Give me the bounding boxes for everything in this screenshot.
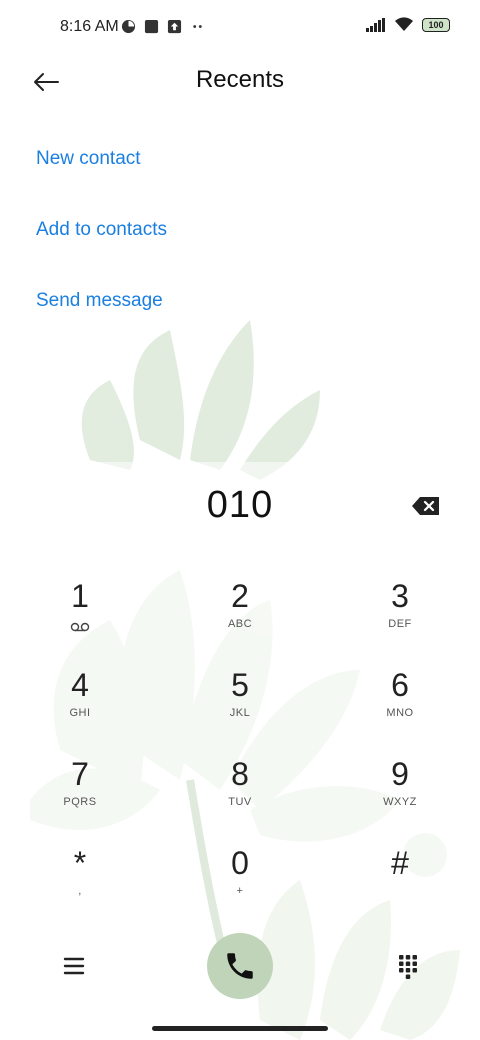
key-letters: GHI <box>69 707 91 719</box>
status-bar: 8:16 AM 100 <box>0 0 480 56</box>
key-0[interactable]: 0 + <box>190 845 290 925</box>
key-digit: 4 <box>71 667 89 703</box>
key-digit: 8 <box>231 756 249 792</box>
voicemail-icon <box>70 622 90 632</box>
key-letters: ABC <box>227 618 253 630</box>
page-title: Recents <box>195 66 285 93</box>
send-message-link[interactable]: Send message <box>36 290 163 312</box>
wifi-icon <box>395 17 413 31</box>
status-time: 8:16 AM <box>60 18 119 35</box>
add-to-contacts-link[interactable]: Add to contacts <box>36 219 167 241</box>
key-letters: DEF <box>388 618 412 630</box>
phone-icon <box>227 953 253 979</box>
key-letters: MNO <box>386 707 414 719</box>
key-digit: 5 <box>231 667 249 703</box>
key-star[interactable]: * , <box>30 845 130 925</box>
call-button[interactable] <box>207 933 273 999</box>
key-7[interactable]: 7 PQRS <box>30 756 130 836</box>
signal-icon <box>366 17 385 32</box>
home-indicator[interactable] <box>152 1026 328 1031</box>
key-5[interactable]: 5 JKL <box>190 667 290 747</box>
key-letters: , <box>78 885 82 897</box>
key-letters: WXYZ <box>383 796 417 808</box>
key-digit: 2 <box>231 578 249 614</box>
key-6[interactable]: 6 MNO <box>350 667 450 747</box>
key-letters: PQRS <box>63 796 97 808</box>
dialpad-icon[interactable] <box>392 950 424 982</box>
key-digit: 6 <box>391 667 409 703</box>
upload-icon <box>167 19 182 34</box>
new-contact-link[interactable]: New contact <box>36 148 141 170</box>
key-digit: 1 <box>71 578 89 614</box>
key-4[interactable]: 4 GHI <box>30 667 130 747</box>
menu-icon[interactable] <box>58 950 90 982</box>
key-3[interactable]: 3 DEF <box>350 578 450 658</box>
key-hash[interactable]: # <box>350 845 450 925</box>
app-notification-icon <box>144 19 159 34</box>
system-icons: 100 <box>366 17 450 32</box>
battery-icon: 100 <box>422 17 450 32</box>
data-saver-icon <box>121 19 136 34</box>
header: Recents <box>0 56 480 108</box>
key-digit: * <box>73 845 87 881</box>
key-8[interactable]: 8 TUV <box>190 756 290 836</box>
key-letters: JKL <box>229 707 251 719</box>
notification-icons <box>121 19 205 34</box>
key-digit: 9 <box>391 756 409 792</box>
key-2[interactable]: 2 ABC <box>190 578 290 658</box>
key-letters: + <box>236 885 244 897</box>
key-1[interactable]: 1 <box>30 578 130 658</box>
more-notifications-icon <box>193 25 202 28</box>
dialed-number: 010 <box>206 484 274 526</box>
key-digit: # <box>391 845 409 881</box>
key-digit: 3 <box>391 578 409 614</box>
key-letters: TUV <box>228 796 252 808</box>
backspace-icon[interactable] <box>410 494 442 518</box>
key-9[interactable]: 9 WXYZ <box>350 756 450 836</box>
key-digit: 0 <box>231 845 249 881</box>
key-digit: 7 <box>71 756 89 792</box>
